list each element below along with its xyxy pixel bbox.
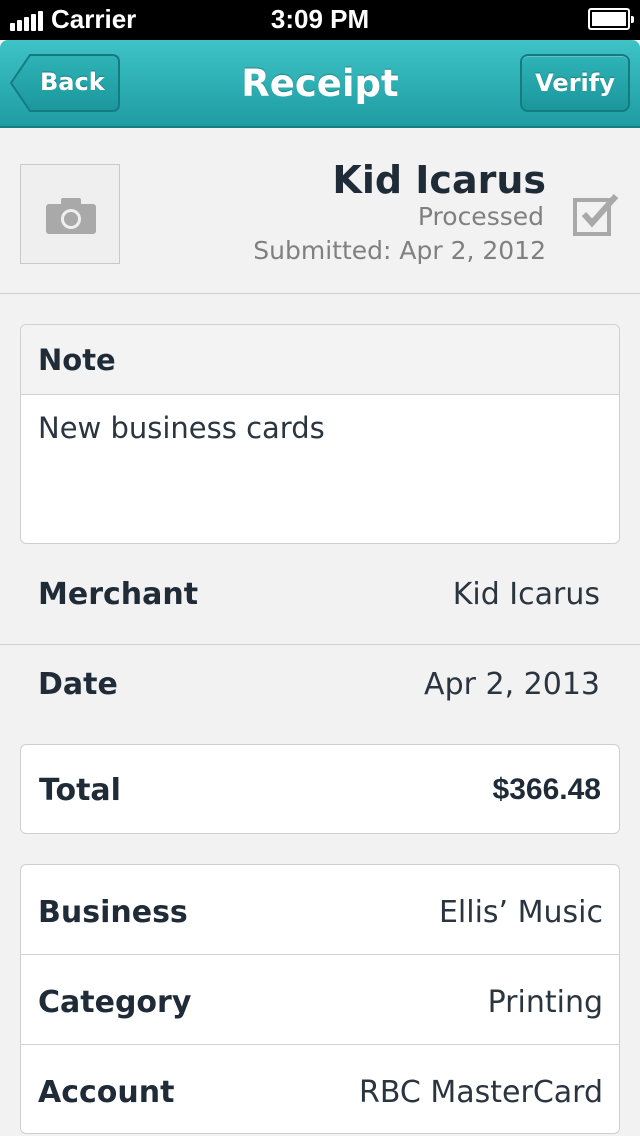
date-value: Apr 2, 2013: [424, 667, 600, 702]
total-value: $366.48: [492, 773, 601, 806]
merchant-value: Kid Icarus: [452, 577, 600, 612]
date-label: Date: [38, 667, 118, 702]
business-value: Ellis’ Music: [438, 895, 603, 930]
camera-icon: [46, 198, 96, 234]
receipt-header: Kid Icarus Processed Submitted: Apr 2, 2…: [0, 130, 640, 294]
total-label: Total: [39, 773, 121, 808]
merchant-row[interactable]: Merchant Kid Icarus: [0, 555, 640, 645]
details-card: Business Ellis’ Music Category Printing …: [20, 864, 620, 1134]
account-value: RBC MasterCard: [358, 1075, 603, 1110]
add-photo-button[interactable]: [20, 164, 120, 264]
verify-button[interactable]: Verify: [520, 54, 630, 112]
category-row[interactable]: Category Printing: [21, 955, 619, 1045]
category-value: Printing: [487, 985, 603, 1020]
receipt-merchant-name: Kid Icarus: [332, 158, 546, 202]
business-row[interactable]: Business Ellis’ Music: [21, 865, 619, 955]
account-row[interactable]: Account RBC MasterCard: [21, 1045, 619, 1133]
business-label: Business: [38, 895, 188, 930]
date-row[interactable]: Date Apr 2, 2013: [0, 645, 640, 735]
total-card[interactable]: Total $366.48: [20, 744, 620, 834]
status-bar: Carrier 3:09 PM: [0, 0, 640, 40]
receipt-submitted-date: Submitted: Apr 2, 2012: [253, 236, 546, 265]
merchant-label: Merchant: [38, 577, 199, 612]
checkbox-checked-icon[interactable]: [572, 192, 620, 240]
note-heading: Note: [21, 325, 619, 395]
navigation-bar: Back Receipt Verify: [0, 40, 640, 128]
receipt-status: Processed: [417, 202, 544, 231]
note-card[interactable]: Note New business cards: [20, 324, 620, 544]
category-label: Category: [38, 985, 192, 1020]
note-text[interactable]: New business cards: [21, 395, 619, 445]
account-label: Account: [38, 1075, 175, 1110]
battery-icon: [588, 8, 634, 30]
status-time: 3:09 PM: [270, 4, 370, 34]
